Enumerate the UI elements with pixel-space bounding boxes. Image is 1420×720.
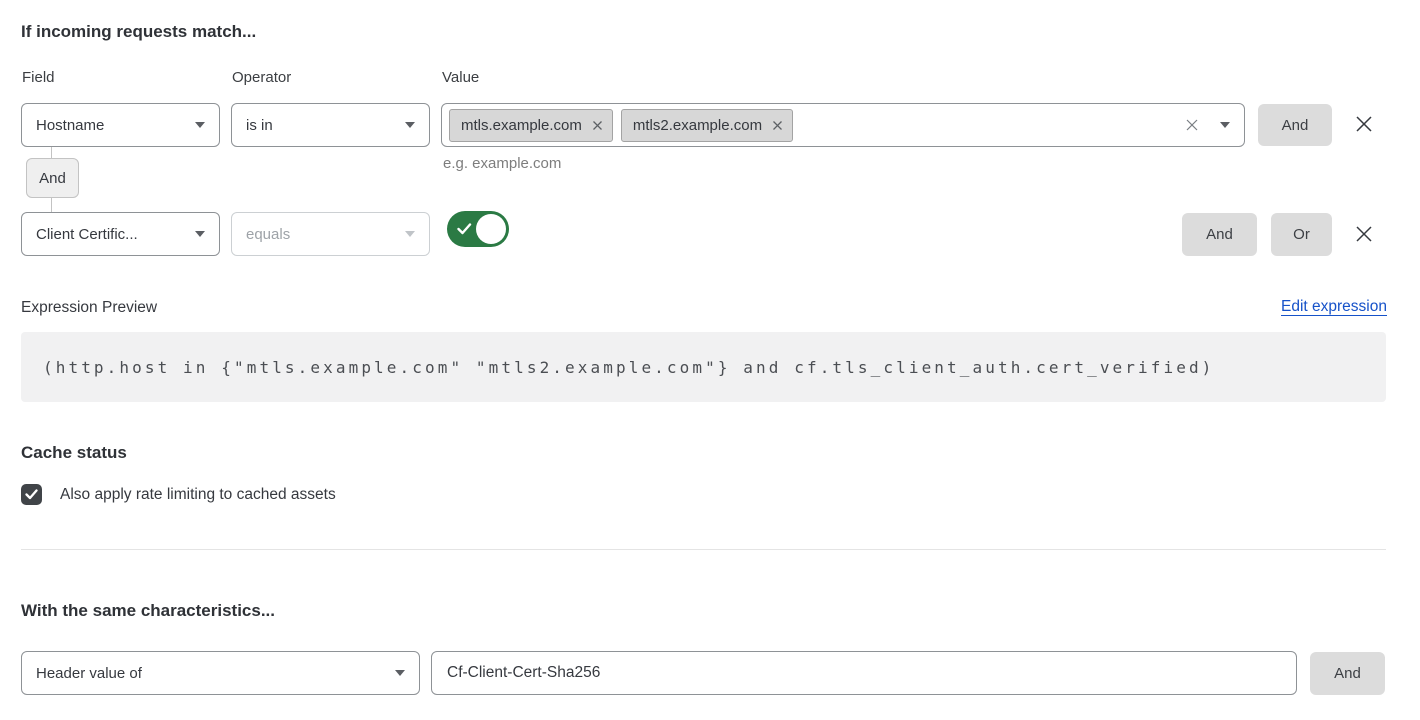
value-tags: mtls.example.com mtls2.example.com: [449, 109, 793, 142]
remove-condition-icon-row1[interactable]: [1354, 114, 1374, 134]
cached-assets-checkbox-label: Also apply rate limiting to cached asset…: [60, 486, 336, 504]
expression-code: (http.host in {"mtls.example.com" "mtls2…: [43, 358, 1214, 377]
characteristic-select-value: Header value of: [36, 665, 142, 682]
header-name-input[interactable]: [431, 651, 1297, 695]
cached-assets-checkbox-checked[interactable]: [21, 484, 42, 505]
value-tag-text: mtls2.example.com: [633, 117, 762, 134]
and-connector-button[interactable]: And: [26, 158, 79, 198]
field-select-row2-value: Client Certific...: [36, 226, 138, 243]
chevron-down-icon: [395, 670, 405, 676]
field-column-label: Field: [22, 69, 55, 86]
add-characteristic-button[interactable]: And: [1310, 652, 1385, 695]
match-section-title: If incoming requests match...: [21, 22, 256, 42]
add-or-condition-button-row2[interactable]: Or: [1271, 213, 1332, 256]
remove-condition-icon-row2[interactable]: [1354, 224, 1374, 244]
tag-remove-icon[interactable]: [592, 120, 603, 131]
tag-remove-icon[interactable]: [772, 120, 783, 131]
operator-select-row2-disabled: equals: [231, 212, 430, 256]
operator-select-row2-value: equals: [246, 226, 290, 243]
characteristics-title: With the same characteristics...: [21, 601, 275, 621]
rate-limit-rule-builder: If incoming requests match... Field Oper…: [0, 0, 1420, 720]
characteristic-select[interactable]: Header value of: [21, 651, 420, 695]
chevron-down-icon: [405, 122, 415, 128]
value-helper-text: e.g. example.com: [443, 155, 561, 172]
add-and-condition-button-row2[interactable]: And: [1182, 213, 1257, 256]
toggle-knob: [476, 214, 506, 244]
field-select-row1-value: Hostname: [36, 117, 104, 134]
connector-line: [51, 198, 52, 212]
chevron-down-icon: [195, 231, 205, 237]
field-select-row1[interactable]: Hostname: [21, 103, 220, 147]
chevron-down-icon[interactable]: [1220, 122, 1230, 128]
value-multiselect-row1[interactable]: mtls.example.com mtls2.example.com: [441, 103, 1245, 147]
add-and-condition-button-row1[interactable]: And: [1258, 104, 1332, 146]
clear-values-icon[interactable]: [1185, 118, 1199, 132]
expression-code-block: (http.host in {"mtls.example.com" "mtls2…: [21, 332, 1386, 402]
check-icon: [25, 489, 38, 500]
expression-preview-label: Expression Preview: [21, 299, 157, 317]
value-tag-text: mtls.example.com: [461, 117, 582, 134]
value-column-label: Value: [442, 69, 479, 86]
value-tag: mtls.example.com: [449, 109, 613, 142]
section-divider: [21, 549, 1386, 550]
operator-column-label: Operator: [232, 69, 291, 86]
edit-expression-link[interactable]: Edit expression: [1281, 298, 1387, 316]
operator-select-row1[interactable]: is in: [231, 103, 430, 147]
check-icon: [457, 223, 472, 235]
operator-select-row1-value: is in: [246, 117, 273, 134]
cache-status-title: Cache status: [21, 443, 127, 463]
chevron-down-icon: [405, 231, 415, 237]
chevron-down-icon: [195, 122, 205, 128]
cert-verified-toggle-on[interactable]: [447, 211, 509, 247]
value-tag: mtls2.example.com: [621, 109, 793, 142]
connector-line: [51, 147, 52, 158]
field-select-row2[interactable]: Client Certific...: [21, 212, 220, 256]
